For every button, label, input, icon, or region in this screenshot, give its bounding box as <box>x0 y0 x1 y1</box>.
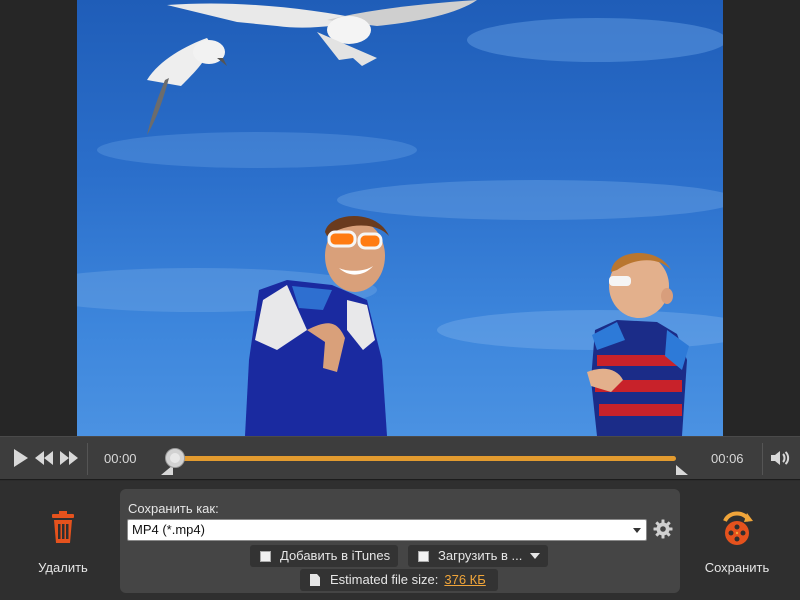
video-image <box>77 0 723 436</box>
save-settings-panel: Сохранить как: MP4 (*.mp4) Добавить в iT… <box>120 489 680 593</box>
video-editor-window: 00:00 00:06 Удалить Сохранить как: MP4 (… <box>0 0 800 600</box>
play-button[interactable] <box>8 446 32 470</box>
rewind-icon <box>35 451 53 465</box>
delete-label: Удалить <box>38 560 88 575</box>
total-time: 00:06 <box>711 451 744 466</box>
separator <box>762 443 763 475</box>
gear-icon[interactable] <box>653 519 673 539</box>
player-bar: 00:00 00:06 <box>0 436 800 480</box>
current-time: 00:00 <box>104 451 137 466</box>
format-value: MP4 (*.mp4) <box>132 522 205 537</box>
video-frame[interactable] <box>77 0 723 436</box>
checkbox-box[interactable] <box>418 550 429 562</box>
play-icon <box>14 449 28 467</box>
volume-icon <box>771 451 790 465</box>
save-label: Сохранить <box>704 560 770 575</box>
estimated-file-size: Estimated file size: 376 КБ <box>300 569 498 591</box>
save-button[interactable]: Сохранить <box>692 507 782 575</box>
filesize-label: Estimated file size: <box>330 572 439 587</box>
trim-end-marker[interactable] <box>676 465 688 475</box>
trash-icon <box>52 511 74 543</box>
save-as-label: Сохранить как: <box>128 501 219 516</box>
checkbox-box[interactable] <box>260 550 271 562</box>
timeline-track[interactable] <box>174 456 676 461</box>
playhead-handle[interactable] <box>165 448 185 468</box>
fast-forward-button[interactable] <box>57 446 81 470</box>
chevron-down-icon <box>633 528 641 533</box>
format-select[interactable]: MP4 (*.mp4) <box>127 519 647 541</box>
delete-button[interactable]: Удалить <box>18 507 108 575</box>
preview-area <box>0 0 800 436</box>
filesize-value-link[interactable]: 376 КБ <box>444 569 485 591</box>
bottom-panel: Удалить Сохранить как: MP4 (*.mp4) Добав… <box>0 481 800 600</box>
add-to-itunes-checkbox[interactable]: Добавить в iTunes <box>250 545 399 567</box>
rewind-button[interactable] <box>32 446 56 470</box>
chevron-down-icon <box>530 553 541 559</box>
itunes-label: Добавить в iTunes <box>280 548 391 563</box>
upload-to-dropdown[interactable]: Загрузить в ... <box>408 545 549 567</box>
upload-label: Загрузить в ... <box>438 548 523 563</box>
volume-button[interactable] <box>768 446 792 470</box>
separator <box>87 443 88 475</box>
file-icon <box>310 574 320 586</box>
fast-forward-icon <box>60 451 78 465</box>
save-film-icon <box>723 511 753 545</box>
